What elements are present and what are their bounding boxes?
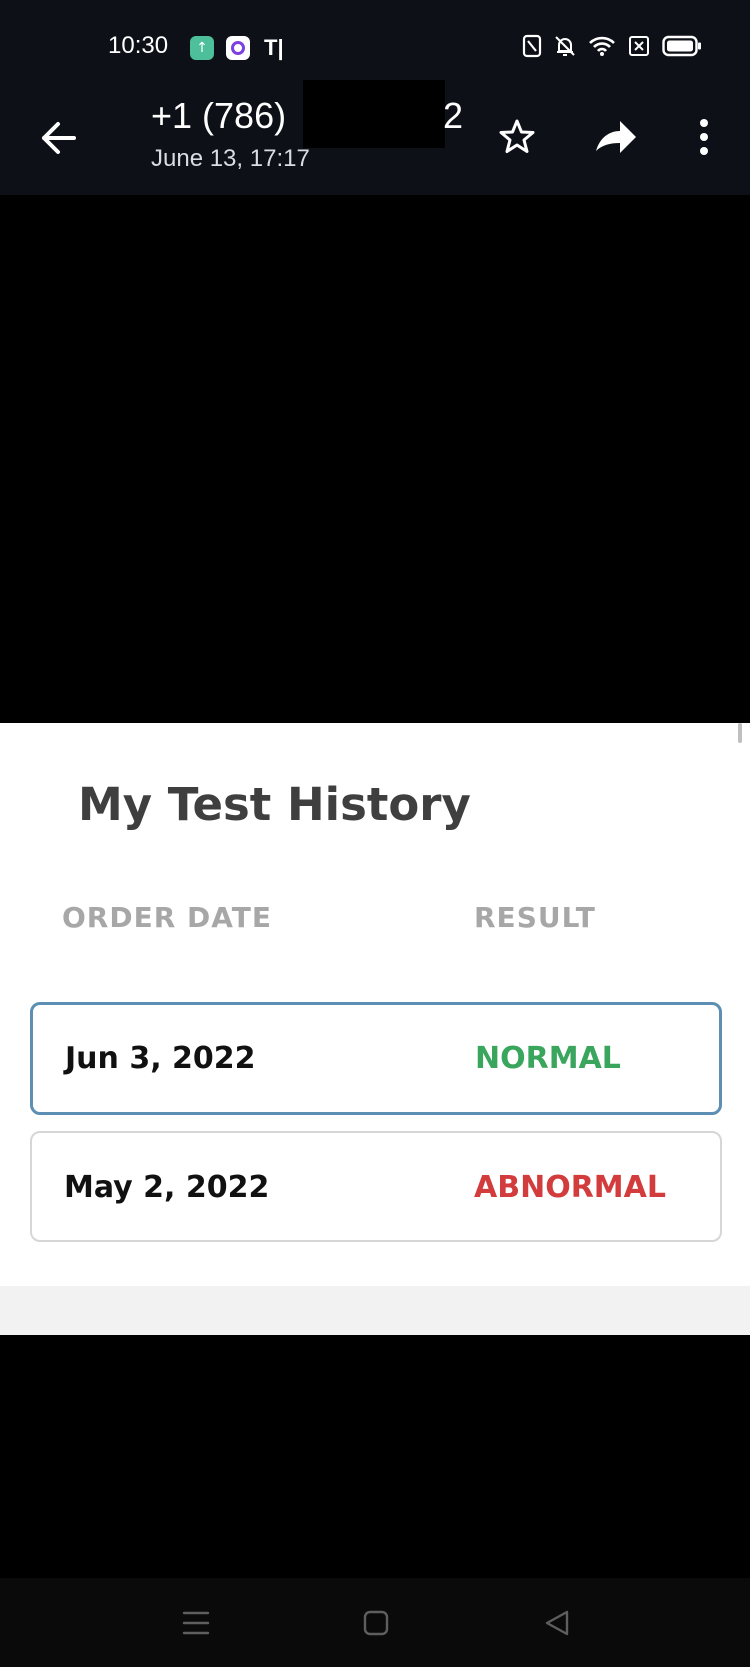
circle-app-icon [226,36,250,60]
status-icons [522,34,702,58]
battery-icon [662,35,701,57]
page-title: My Test History [78,778,471,831]
nfc-icon [522,34,542,58]
status-time: 10:30 [108,32,169,59]
upload-app-icon [190,36,214,60]
sim-icon [629,36,649,56]
test-order-date: Jun 3, 2022 [65,1041,256,1076]
card-footer [0,1286,750,1335]
test-result: NORMAL [475,1041,621,1076]
menu-icon[interactable] [176,1606,216,1640]
scroll-indicator [738,723,742,743]
star-icon[interactable] [496,113,538,161]
test-row[interactable]: May 2, 2022 ABNORMAL [30,1131,722,1242]
more-vert-icon[interactable] [690,113,718,161]
contact-number: +1 (786) [151,95,287,136]
home-icon[interactable] [356,1606,396,1640]
contact-number-suffix: 2 [443,95,464,136]
wifi-icon [589,36,615,56]
screenshot-card: My Test History ORDER DATE RESULT Jun 3,… [0,723,750,1335]
column-header-result: RESULT [474,901,596,934]
test-order-date: May 2, 2022 [64,1170,270,1205]
back-triangle-icon[interactable] [537,1606,577,1640]
back-arrow-icon[interactable] [36,115,82,161]
redaction-box [303,80,445,148]
app-bar: +1 (786) 2 June 13, 17:17 [0,80,750,195]
system-nav-bar [0,1578,750,1667]
t-app-icon: T| [264,35,284,60]
test-result: ABNORMAL [474,1170,666,1205]
test-row[interactable]: Jun 3, 2022 NORMAL [30,1002,722,1115]
column-header-order-date: ORDER DATE [62,901,273,934]
message-date: June 13, 17:17 [151,145,310,172]
mute-icon [555,36,575,56]
share-icon[interactable] [592,113,638,161]
media-viewer[interactable]: My Test History ORDER DATE RESULT Jun 3,… [0,195,750,1578]
